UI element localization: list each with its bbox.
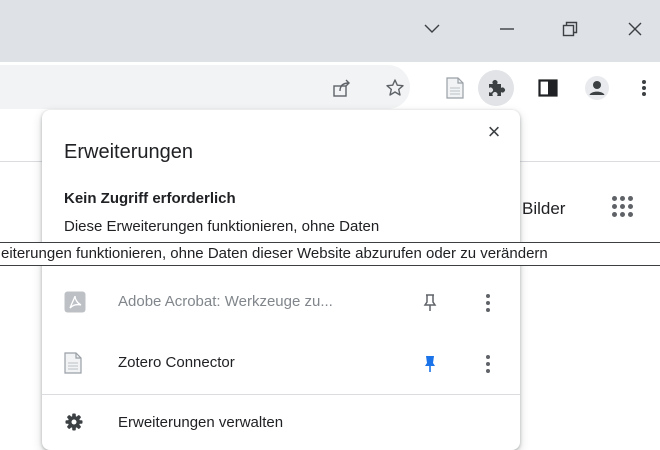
manage-extensions-item[interactable]: Erweiterungen verwalten (42, 396, 520, 450)
extension-item-adobe-acrobat[interactable]: Adobe Acrobat: Werkzeuge zu... (42, 278, 520, 328)
images-link[interactable]: Bilder (522, 199, 565, 219)
minimize-icon[interactable] (487, 14, 527, 44)
window-titlebar (0, 0, 660, 62)
extensions-menu-popup: Erweiterungen × Kein Zugriff erforderlic… (42, 110, 520, 450)
pin-icon[interactable] (418, 291, 442, 315)
popup-divider (42, 394, 520, 395)
extension-name: Zotero Connector (118, 354, 235, 371)
zotero-document-icon[interactable] (441, 74, 469, 102)
section-description: Diese Erweiterungen funktionieren, ohne … (64, 218, 380, 235)
extensions-puzzle-icon[interactable] (478, 70, 514, 106)
popup-title: Erweiterungen (64, 141, 193, 163)
close-popup-icon[interactable]: × (482, 119, 506, 144)
section-heading: Kein Zugriff erforderlich (64, 190, 236, 207)
extension-item-zotero-connector[interactable]: Zotero Connector (42, 339, 520, 389)
pinned-icon[interactable] (418, 352, 442, 376)
side-panel-icon[interactable] (534, 74, 562, 102)
gear-icon (64, 412, 84, 432)
bookmark-star-icon[interactable] (381, 74, 409, 102)
tab-search-chevron-icon[interactable] (412, 14, 452, 44)
zotero-document-icon (64, 352, 86, 376)
more-options-icon[interactable] (482, 291, 494, 315)
google-apps-grid-icon[interactable] (611, 195, 635, 219)
profile-avatar-icon[interactable] (583, 74, 611, 102)
share-icon[interactable] (328, 74, 356, 102)
kebab-menu-icon[interactable] (630, 74, 658, 102)
restore-icon[interactable] (550, 14, 590, 44)
close-window-icon[interactable] (615, 14, 655, 44)
manage-extensions-label: Erweiterungen verwalten (118, 414, 284, 431)
extension-name: Adobe Acrobat: Werkzeuge zu... (118, 293, 333, 310)
tooltip: eiterungen funktionieren, ohne Daten die… (0, 242, 660, 266)
more-options-icon[interactable] (482, 352, 494, 376)
adobe-acrobat-icon (64, 291, 86, 315)
